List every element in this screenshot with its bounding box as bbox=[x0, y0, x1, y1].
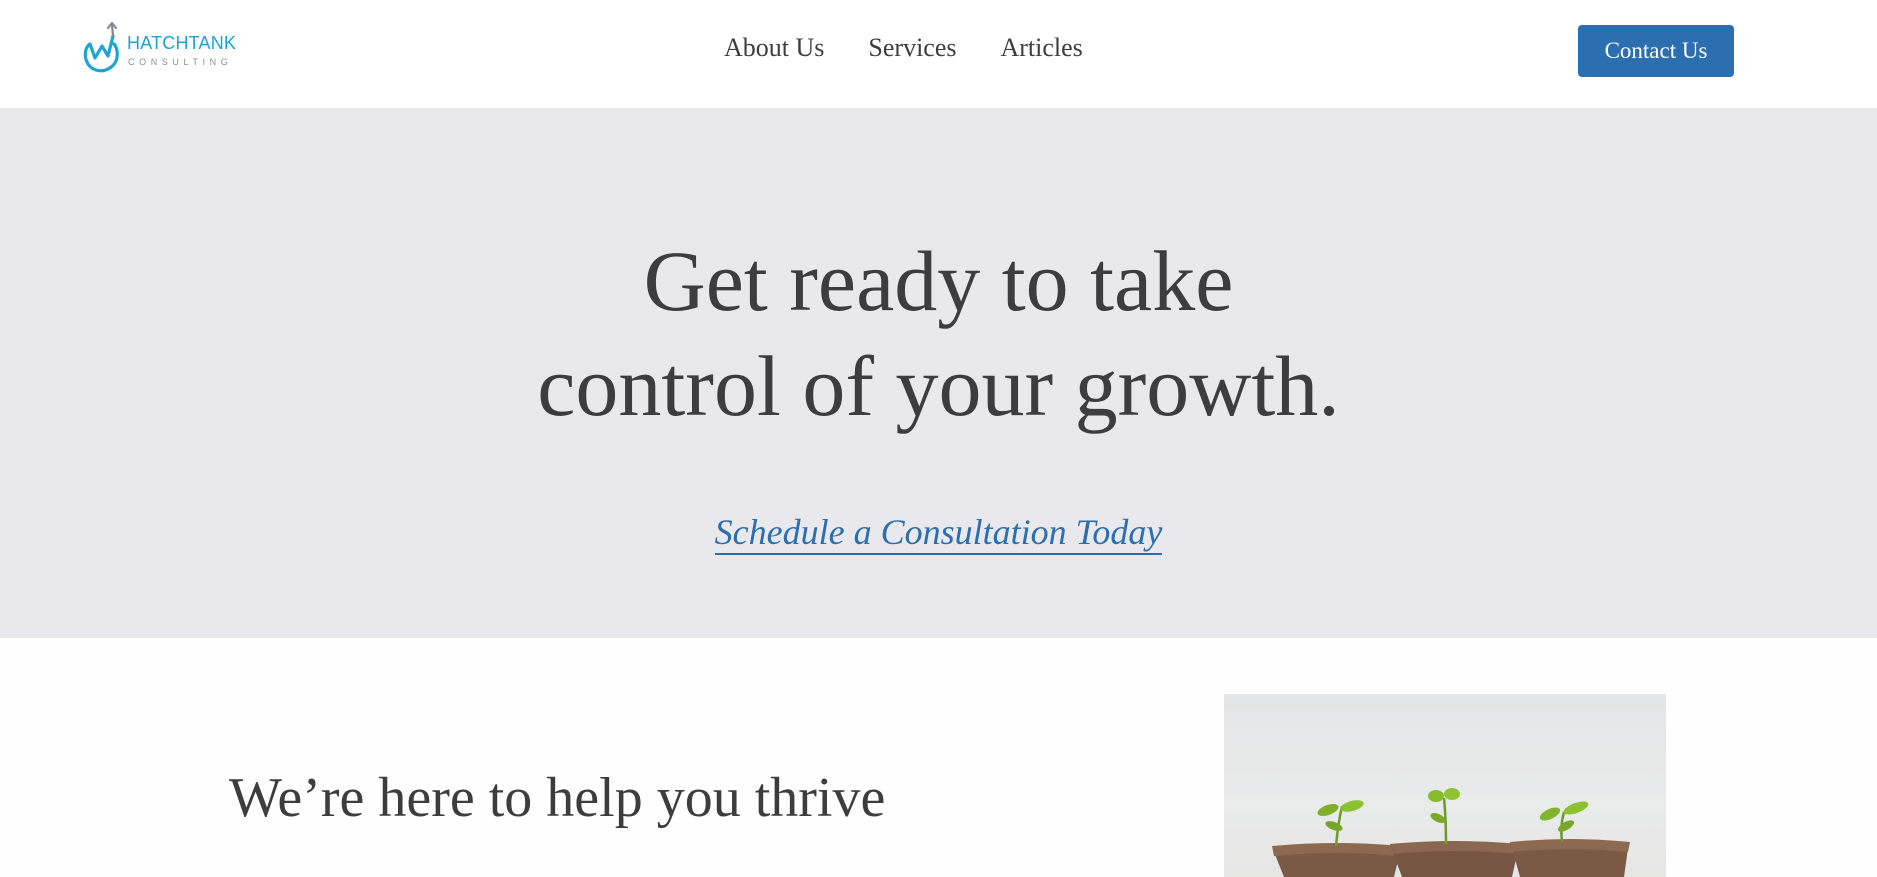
main-nav: About Us Services Articles bbox=[724, 33, 1083, 63]
seedlings-photo bbox=[1224, 694, 1666, 877]
hero-section: Get ready to take control of your growth… bbox=[0, 108, 1877, 638]
nav-item-articles[interactable]: Articles bbox=[1001, 33, 1083, 63]
hero-title-line-1: Get ready to take bbox=[643, 233, 1234, 329]
brand-logo[interactable]: HATCHTANK CONSULTING bbox=[80, 20, 252, 74]
nav-item-services[interactable]: Services bbox=[868, 33, 956, 63]
hero-title-line-2: control of your growth. bbox=[537, 338, 1340, 434]
nav-item-about-us[interactable]: About Us bbox=[724, 33, 824, 63]
hero-cta-wrapper: Schedule a Consultation Today bbox=[0, 511, 1877, 555]
site-header: HATCHTANK CONSULTING About Us Services A… bbox=[0, 0, 1877, 108]
contact-us-button[interactable]: Contact Us bbox=[1578, 25, 1734, 77]
logo-mark-icon bbox=[83, 21, 119, 73]
intro-heading: We’re here to help you thrive bbox=[229, 767, 886, 829]
logo-name: HATCHTANK bbox=[127, 33, 237, 53]
schedule-consultation-link[interactable]: Schedule a Consultation Today bbox=[714, 512, 1163, 555]
hero-title: Get ready to take control of your growth… bbox=[0, 229, 1877, 439]
logo-tagline: CONSULTING bbox=[128, 57, 233, 67]
seedlings-in-pots-icon bbox=[1272, 788, 1630, 877]
